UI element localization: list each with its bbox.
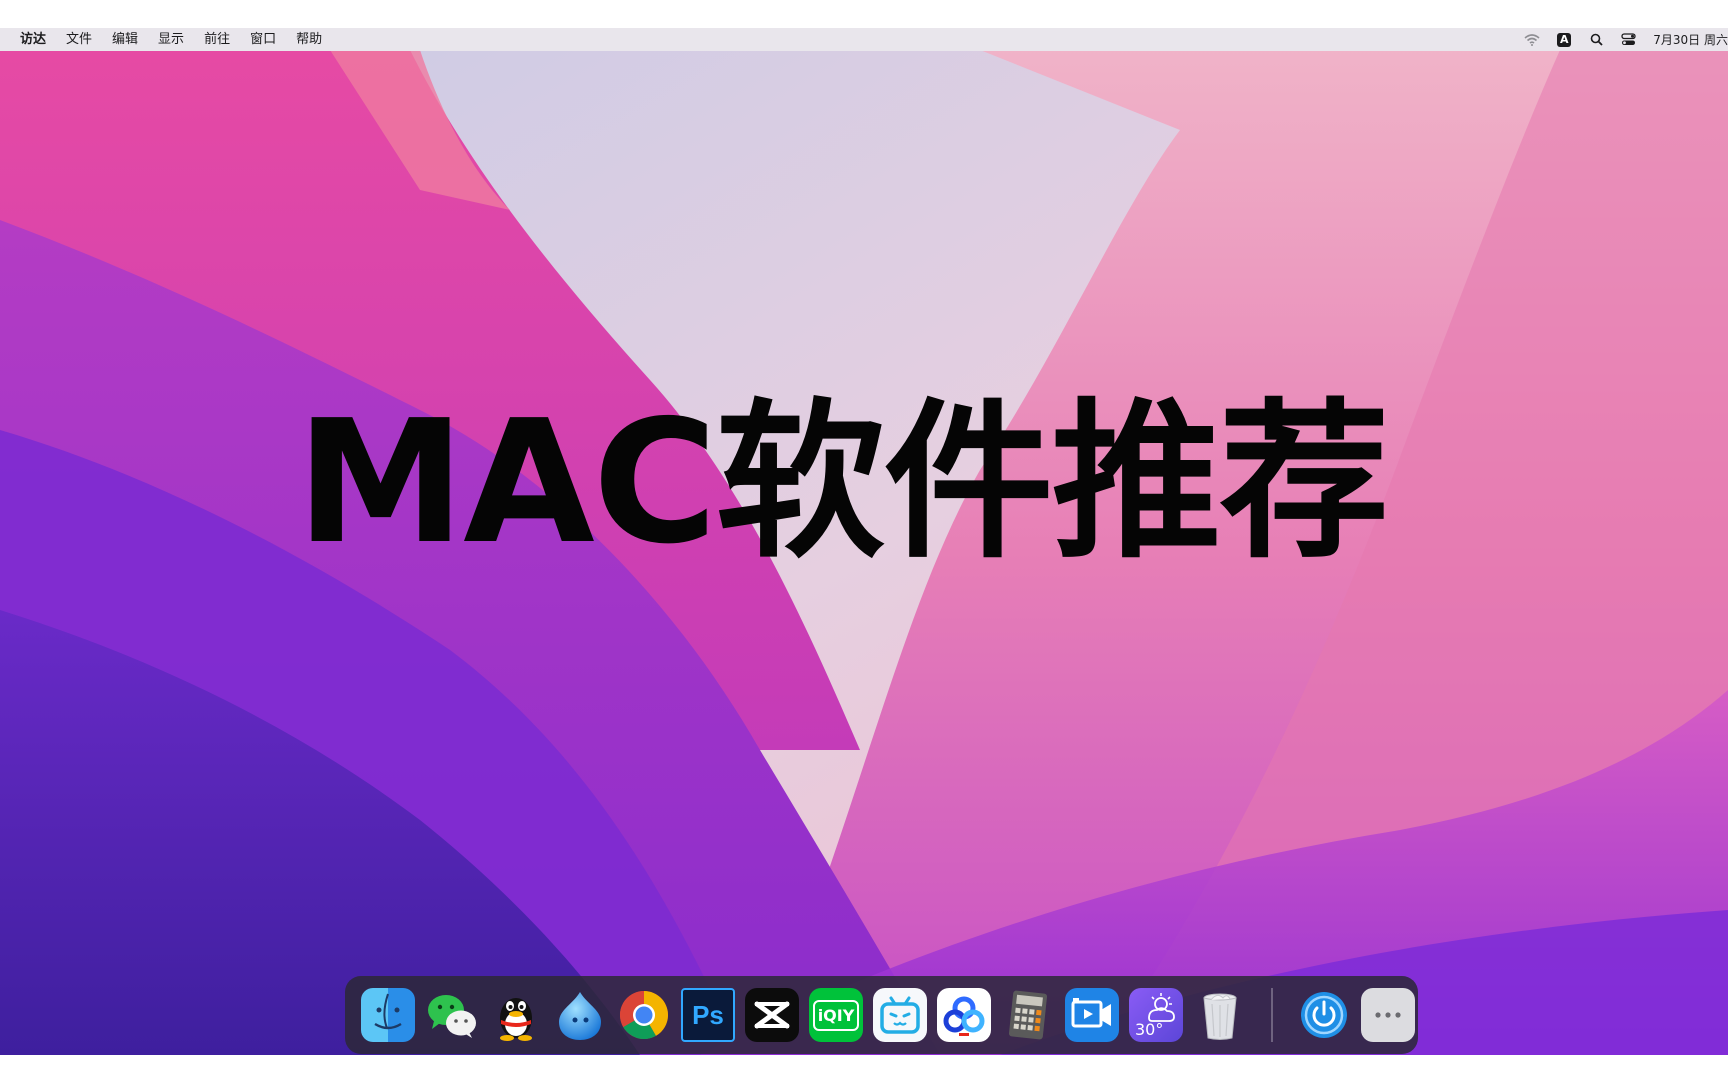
dock-app-calculator[interactable] [1001,988,1055,1042]
dock-separator [1271,988,1273,1042]
input-source-label: A [1557,32,1572,47]
dock-app-bilibili[interactable] [873,988,927,1042]
wifi-icon[interactable] [1523,31,1541,49]
menu-bar-status: A 7月30日 周六 [1523,28,1728,51]
menu-help[interactable]: 帮助 [296,28,322,51]
menu-finder[interactable]: 访达 [20,28,46,51]
dock-app-finder[interactable] [361,988,415,1042]
input-source-icon[interactable]: A [1555,31,1573,49]
qq-icon [500,998,532,1041]
xunlei-icon [559,992,601,1040]
dock-app-power[interactable] [1297,988,1351,1042]
bilibili-icon [880,996,920,1034]
desktop-screen: 访达 文件 编辑 显示 前往 窗口 帮助 A 7月30日 周六 MAC软件推荐 … [0,0,1728,1080]
dock-app-more[interactable] [1361,988,1415,1042]
dock-app-weather[interactable]: 30° [1129,988,1183,1042]
trash-icon [1203,993,1237,1040]
chrome-icon [619,991,668,1040]
power-icon [1301,992,1347,1038]
dock-app-baidu-netdisk[interactable] [937,988,991,1042]
hero-title: MAC软件推荐 [296,384,1390,582]
control-center-icon[interactable] [1619,31,1637,49]
menu-bar: 访达 文件 编辑 显示 前往 窗口 帮助 A 7月30日 周六 [0,28,1728,51]
menu-window[interactable]: 窗口 [250,28,276,51]
dock-app-chrome[interactable] [617,988,671,1042]
dock-app-screen-recorder[interactable] [1065,988,1119,1042]
dock-app-photoshop[interactable]: Ps [681,988,735,1042]
dock-app-xunlei[interactable] [553,988,607,1042]
menu-go[interactable]: 前往 [204,28,230,51]
menu-bar-clock[interactable]: 7月30日 周六 [1653,31,1728,48]
dock-app-capcut[interactable] [745,988,799,1042]
dock-app-iqiyi[interactable]: iQIY [809,988,863,1042]
dock-app-qq[interactable] [489,988,543,1042]
wechat-icon [428,995,476,1038]
capcut-icon [754,1001,790,1029]
menu-bar-left: 访达 文件 编辑 显示 前往 窗口 帮助 [20,28,342,51]
calculator-icon [1008,990,1048,1040]
baidu-netdisk-icon [943,996,985,1036]
dock-app-wechat[interactable] [425,988,479,1042]
search-icon[interactable] [1587,31,1605,49]
more-icon [1375,1012,1401,1018]
photoshop-icon: Ps [692,999,724,1030]
iqiyi-icon: iQIY [812,999,860,1031]
menu-edit[interactable]: 编辑 [112,28,138,51]
menu-view[interactable]: 显示 [158,28,184,51]
dock-app-trash[interactable] [1193,988,1247,1042]
dock: Ps iQIY 30° [345,976,1418,1054]
finder-icon [374,993,402,1030]
weather-temperature: 30° [1135,1020,1164,1039]
screen-recorder-icon [1071,998,1111,1028]
menu-file[interactable]: 文件 [66,28,92,51]
